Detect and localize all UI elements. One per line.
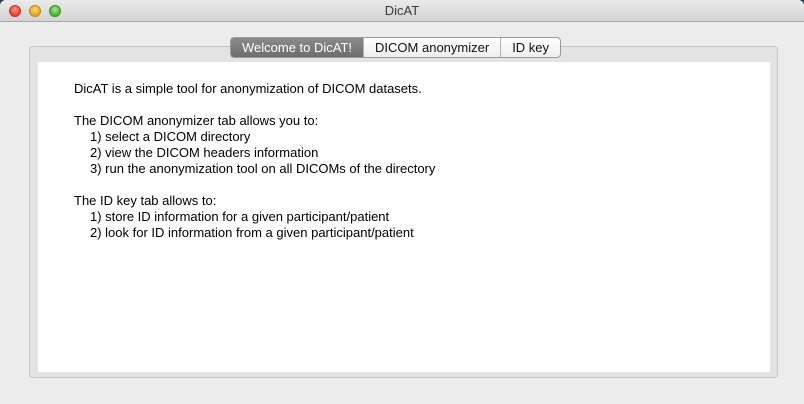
tab-welcome[interactable]: Welcome to DicAT!: [231, 38, 364, 57]
anonymizer-heading: The DICOM anonymizer tab allows you to:: [74, 113, 319, 128]
welcome-text: DicAT is a simple tool for anonymization…: [74, 81, 435, 241]
idkey-item: 2) look for ID information from a given …: [90, 225, 414, 240]
anonymizer-item: 2) view the DICOM headers information: [90, 145, 319, 160]
tab-id-key[interactable]: ID key: [500, 38, 560, 57]
intro-text: DicAT is a simple tool for anonymization…: [74, 81, 422, 96]
anonymizer-item: 3) run the anonymization tool on all DIC…: [90, 161, 436, 176]
anonymizer-item: 1) select a DICOM directory: [90, 129, 251, 144]
window-title: DicAT: [384, 3, 420, 18]
app-window: DicAT Welcome to DicAT! DICOM anonymizer…: [0, 0, 804, 404]
tab-bar: Welcome to DicAT! DICOM anonymizer ID ke…: [230, 37, 562, 58]
title-bar[interactable]: DicAT: [0, 0, 804, 22]
idkey-heading: The ID key tab allows to:: [74, 193, 217, 208]
tab-dicom-anonymizer[interactable]: DICOM anonymizer: [363, 38, 500, 57]
idkey-item: 1) store ID information for a given part…: [90, 209, 390, 224]
